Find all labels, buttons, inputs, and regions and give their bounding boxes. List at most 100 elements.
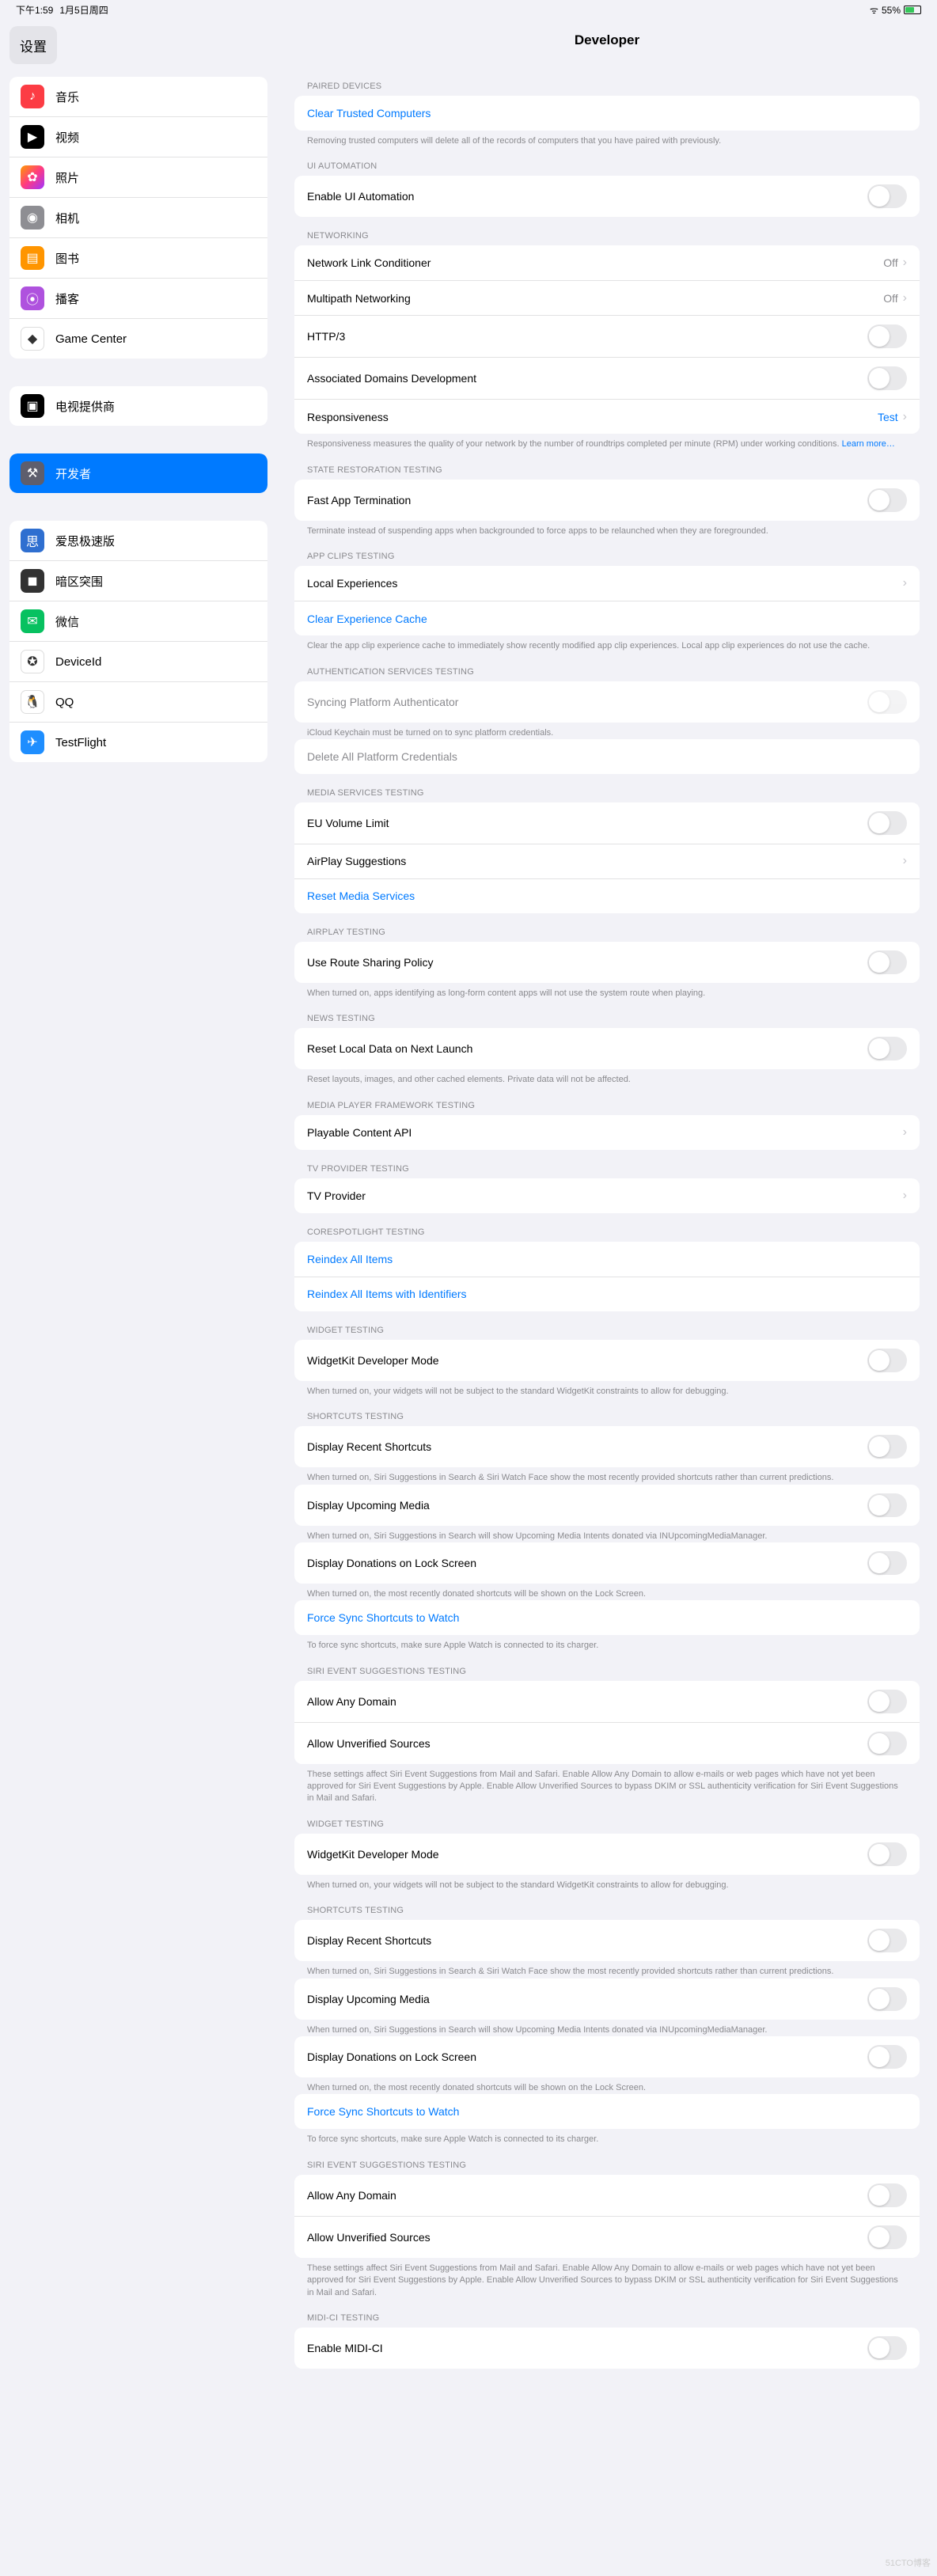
setting-label: EU Volume Limit: [307, 817, 389, 829]
back-button[interactable]: 设置: [9, 26, 57, 64]
toggle-switch[interactable]: [867, 184, 907, 208]
setting-value: Off›: [883, 256, 907, 270]
setting-value: Off›: [883, 291, 907, 305]
settings-title: 设置: [20, 36, 47, 55]
section-footer: When turned on, apps identifying as long…: [294, 983, 920, 1000]
setting-row[interactable]: Allow Any Domain: [294, 1681, 920, 1722]
setting-row[interactable]: Clear Trusted Computers: [294, 96, 920, 131]
sidebar-item[interactable]: ▣电视提供商: [9, 386, 267, 426]
sidebar-item[interactable]: ✉微信: [9, 601, 267, 641]
setting-row[interactable]: Playable Content API›: [294, 1115, 920, 1150]
section-header: MIDI-CI TESTING: [294, 2299, 920, 2328]
setting-row[interactable]: Force Sync Shortcuts to Watch: [294, 2094, 920, 2129]
sidebar-item[interactable]: ▶视频: [9, 116, 267, 157]
setting-row[interactable]: Enable MIDI-CI: [294, 2328, 920, 2369]
sidebar-item[interactable]: ⚒开发者: [9, 453, 267, 493]
setting-row[interactable]: Allow Unverified Sources: [294, 1722, 920, 1764]
setting-row[interactable]: Clear Experience Cache: [294, 601, 920, 635]
setting-row[interactable]: Display Donations on Lock Screen: [294, 2036, 920, 2077]
toggle-switch[interactable]: [867, 1493, 907, 1517]
setting-row[interactable]: HTTP/3: [294, 315, 920, 357]
toggle-switch[interactable]: [867, 2336, 907, 2360]
chevron-right-icon: ›: [903, 854, 907, 868]
app-icon: ◉: [21, 206, 44, 230]
setting-value: Test›: [878, 410, 907, 424]
setting-row[interactable]: WidgetKit Developer Mode: [294, 1834, 920, 1875]
setting-row[interactable]: Local Experiences›: [294, 566, 920, 601]
toggle-switch[interactable]: [867, 1987, 907, 2011]
toggle-switch[interactable]: [867, 1435, 907, 1459]
sidebar-item[interactable]: ✈TestFlight: [9, 722, 267, 762]
setting-row[interactable]: Fast App Termination: [294, 480, 920, 521]
setting-row[interactable]: Display Upcoming Media: [294, 1485, 920, 1526]
toggle-switch[interactable]: [867, 1037, 907, 1060]
toggle-switch[interactable]: [867, 2225, 907, 2249]
setting-row[interactable]: ResponsivenessTest›: [294, 399, 920, 434]
setting-row[interactable]: Use Route Sharing Policy: [294, 942, 920, 983]
setting-row[interactable]: Force Sync Shortcuts to Watch: [294, 1600, 920, 1635]
toggle-switch[interactable]: [867, 1349, 907, 1372]
setting-row[interactable]: Allow Unverified Sources: [294, 2216, 920, 2258]
setting-row[interactable]: Syncing Platform Authenticator: [294, 681, 920, 723]
section-footer: These settings affect Siri Event Suggest…: [294, 2258, 920, 2299]
toggle-switch[interactable]: [867, 950, 907, 974]
learn-more-link[interactable]: Learn more…: [842, 439, 895, 449]
setting-row[interactable]: Reset Local Data on Next Launch: [294, 1028, 920, 1069]
setting-label: Multipath Networking: [307, 292, 411, 305]
sidebar-item[interactable]: ◆Game Center: [9, 318, 267, 359]
section-header: CORESPOTLIGHT TESTING: [294, 1213, 920, 1242]
setting-row[interactable]: AirPlay Suggestions›: [294, 844, 920, 878]
sidebar-item[interactable]: ▤图书: [9, 237, 267, 278]
sidebar-item[interactable]: ✪DeviceId: [9, 641, 267, 681]
toggle-switch[interactable]: [867, 324, 907, 348]
setting-label: Local Experiences: [307, 577, 397, 590]
setting-row[interactable]: TV Provider›: [294, 1178, 920, 1213]
setting-row[interactable]: Associated Domains Development: [294, 357, 920, 399]
section-footer: When turned on, Siri Suggestions in Sear…: [294, 2020, 920, 2036]
setting-row[interactable]: Multipath Networking Off›: [294, 280, 920, 315]
setting-label: Playable Content API: [307, 1126, 412, 1139]
setting-row[interactable]: Enable UI Automation: [294, 176, 920, 217]
setting-row[interactable]: Display Upcoming Media: [294, 1978, 920, 2020]
toggle-switch[interactable]: [867, 1690, 907, 1713]
setting-row[interactable]: Display Recent Shortcuts: [294, 1426, 920, 1467]
toggle-switch[interactable]: [867, 811, 907, 835]
section-footer: Removing trusted computers will delete a…: [294, 131, 920, 147]
section-header: MEDIA PLAYER FRAMEWORK TESTING: [294, 1087, 920, 1115]
toggle-switch[interactable]: [867, 366, 907, 390]
toggle-switch[interactable]: [867, 488, 907, 512]
sidebar-item[interactable]: ◼暗区突围: [9, 560, 267, 601]
sidebar-item[interactable]: ⦿播客: [9, 278, 267, 318]
sidebar-item[interactable]: ◉相机: [9, 197, 267, 237]
app-icon: ▶: [21, 125, 44, 149]
toggle-switch[interactable]: [867, 1929, 907, 1952]
setting-row[interactable]: Allow Any Domain: [294, 2175, 920, 2216]
sidebar-item-label: Game Center: [55, 332, 127, 346]
setting-row[interactable]: Network Link ConditionerOff›: [294, 245, 920, 280]
toggle-switch[interactable]: [867, 1732, 907, 1755]
toggle-switch[interactable]: [867, 2183, 907, 2207]
setting-label: Display Recent Shortcuts: [307, 1934, 431, 1947]
setting-row[interactable]: Display Recent Shortcuts: [294, 1920, 920, 1961]
setting-row[interactable]: Reset Media Services: [294, 878, 920, 913]
section-footer: When turned on, the most recently donate…: [294, 2077, 920, 2094]
section-footer: When turned on, the most recently donate…: [294, 1584, 920, 1600]
setting-label: HTTP/3: [307, 330, 345, 343]
setting-row[interactable]: Display Donations on Lock Screen: [294, 1542, 920, 1584]
setting-row[interactable]: Reindex All Items: [294, 1242, 920, 1277]
sidebar-item[interactable]: ✿照片: [9, 157, 267, 197]
toggle-switch[interactable]: [867, 1842, 907, 1866]
setting-row[interactable]: WidgetKit Developer Mode: [294, 1340, 920, 1381]
setting-row[interactable]: Reindex All Items with Identifiers: [294, 1277, 920, 1311]
battery-percent: 55%: [882, 5, 901, 16]
section-header: NETWORKING: [294, 217, 920, 245]
toggle-switch[interactable]: [867, 1551, 907, 1575]
sidebar-item-label: DeviceId: [55, 655, 101, 669]
sidebar-item[interactable]: 思爱思极速版: [9, 521, 267, 560]
setting-row[interactable]: EU Volume Limit: [294, 802, 920, 844]
section-footer: To force sync shortcuts, make sure Apple…: [294, 2129, 920, 2145]
setting-label: Reindex All Items: [307, 1253, 393, 1265]
sidebar-item[interactable]: 🐧QQ: [9, 681, 267, 722]
toggle-switch[interactable]: [867, 2045, 907, 2069]
sidebar-item[interactable]: ♪音乐: [9, 77, 267, 116]
